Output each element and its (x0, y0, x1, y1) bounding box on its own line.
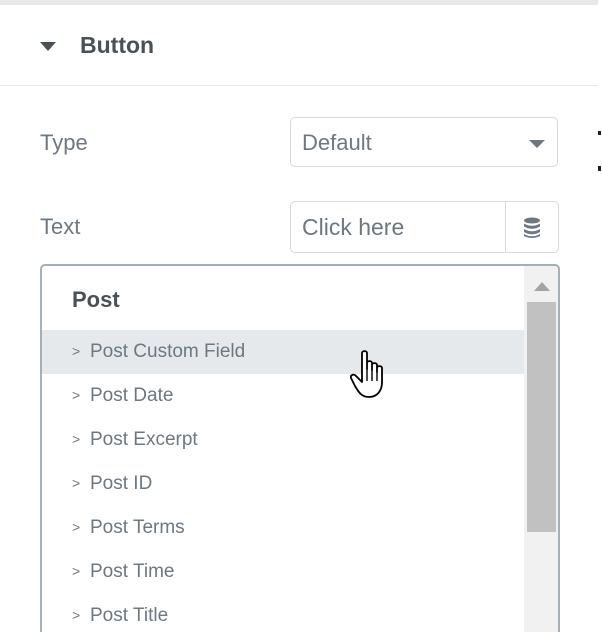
edge-mark (598, 166, 601, 171)
option-arrow: > (72, 475, 81, 491)
text-label: Text (40, 214, 81, 239)
option-post-excerpt[interactable]: > Post Excerpt (42, 418, 524, 462)
dynamic-tags-dropdown: Post > Post Custom Field > Post Date > P… (40, 264, 560, 632)
arrow-up-icon (534, 282, 550, 291)
option-post-id[interactable]: > Post ID (42, 462, 524, 506)
caret-down-icon (40, 42, 56, 51)
option-label: Post Terms (90, 517, 185, 538)
option-arrow: > (72, 387, 81, 403)
dynamic-tags-button[interactable] (505, 201, 559, 253)
type-select-value: Default (302, 130, 372, 155)
type-label: Type (40, 130, 88, 155)
option-label: Post Excerpt (90, 429, 198, 450)
chevron-down-icon (529, 140, 545, 148)
option-arrow: > (72, 431, 81, 447)
option-post-title[interactable]: > Post Title (42, 594, 524, 632)
option-arrow: > (72, 343, 81, 359)
option-label: Post Time (90, 561, 175, 582)
option-post-custom-field[interactable]: > Post Custom Field (42, 330, 524, 374)
option-post-time[interactable]: > Post Time (42, 550, 524, 594)
option-arrow: > (72, 519, 81, 535)
editor-panel: Button Type Default Text Post > Post Cus… (0, 0, 602, 632)
option-label: Post Title (90, 605, 169, 626)
text-input[interactable] (290, 201, 506, 253)
database-icon (524, 217, 540, 238)
option-post-terms[interactable]: > Post Terms (42, 506, 524, 550)
option-arrow: > (72, 607, 81, 623)
option-label: Post Date (90, 385, 174, 406)
group-title-post: Post (72, 287, 120, 312)
option-post-date[interactable]: > Post Date (42, 374, 524, 418)
panel-right-edge (598, 0, 602, 632)
scrollbar-thumb[interactable] (527, 302, 556, 532)
type-select[interactable]: Default (290, 117, 558, 167)
edge-mark (598, 131, 601, 135)
button-section-header[interactable]: Button (0, 5, 598, 86)
section-title: Button (80, 32, 155, 58)
option-arrow: > (72, 563, 81, 579)
option-label: Post ID (90, 473, 153, 494)
option-label: Post Custom Field (90, 341, 246, 362)
scroll-up-button[interactable] (525, 278, 558, 302)
